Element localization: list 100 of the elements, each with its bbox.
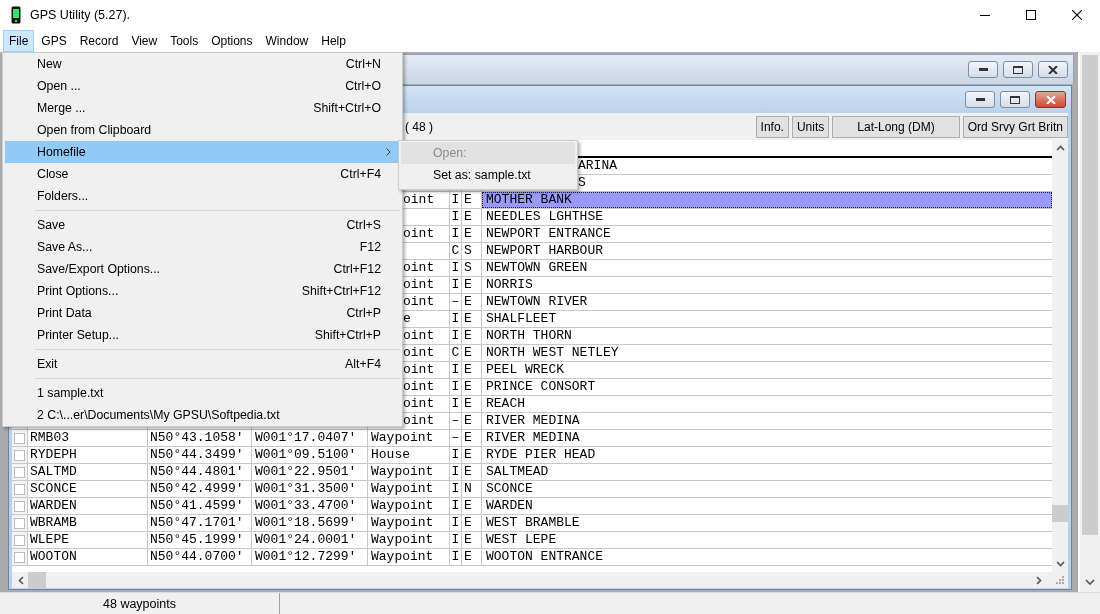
size-grip-icon[interactable] [1056,576,1064,584]
menu-item[interactable]: New Ctrl+N [5,53,400,75]
scroll-thumb[interactable] [28,572,46,588]
menu-item[interactable]: Open from Clipboard [5,119,400,141]
table-cell: E [462,413,482,429]
table-cell-text: SALTMEAD [485,464,550,480]
restore-button[interactable] [1000,91,1030,108]
table-cell: S [462,260,482,276]
table-cell: I [450,498,462,514]
table-cell-text: REACH [485,396,526,412]
row-checkbox[interactable] [14,483,25,495]
table-cell: N50°44.3499' [148,447,252,463]
row-checkbox[interactable] [14,517,25,529]
row-checkbox[interactable] [14,500,25,512]
table-cell-text: NEWPORT HARBOUR [485,243,605,259]
minimize-button[interactable] [965,91,995,108]
table-cell: Waypoint [368,430,450,446]
menu-item[interactable]: Save As... F12 [5,236,400,258]
minimize-icon [975,98,985,101]
table-cell-text: ARINA [578,158,618,174]
toolbar-button[interactable]: Info. [755,115,789,138]
menu-item[interactable]: Printer Setup... Shift+Ctrl+P [5,324,400,346]
menu-item[interactable]: Merge ... Shift+Ctrl+O [5,97,400,119]
menu-item[interactable]: Close Ctrl+F4 [5,163,400,185]
menu-item[interactable]: Save/Export Options... Ctrl+F12 [5,258,400,280]
table-cell: E [462,498,482,514]
menu-item[interactable]: Save Ctrl+S [5,214,400,236]
table-cell-text: PEEL WRECK [485,362,565,378]
table-cell-text: WARDEN [485,498,534,514]
menu-item[interactable]: Homefile [5,141,400,163]
table-cell: WBRAMB [28,515,148,531]
menu-bar-item[interactable]: Record [73,30,125,52]
close-icon [1072,10,1082,20]
status-text: 48 waypoints [0,593,280,614]
table-cell: – [450,413,462,429]
scroll-thumb[interactable] [1052,505,1068,522]
table-cell-text: WEST BRAMBLE [485,515,581,531]
table-cell-text: NORTH THORN [485,328,573,344]
scroll-thumb[interactable] [1082,55,1098,535]
horizontal-scrollbar[interactable] [12,572,1068,588]
menu-item[interactable]: 2 C:\...er\Documents\My GPSU\Softpedia.txt [5,404,400,426]
menu-item[interactable]: Open ... Ctrl+O [5,75,400,97]
table-cell: E [462,362,482,378]
close-button[interactable] [1038,61,1068,78]
table-cell: N50°42.4999' [148,481,252,497]
scroll-down-icon[interactable] [1085,579,1095,585]
menu-bar-item[interactable]: File [3,30,35,52]
close-button[interactable] [1035,91,1066,108]
menu-item[interactable]: Print Options... Shift+Ctrl+F12 [5,280,400,302]
scroll-right-icon[interactable] [1036,575,1042,585]
row-checkbox[interactable] [14,449,25,461]
table-cell: N50°43.1058' [148,430,252,446]
menu-bar-item[interactable]: Options [205,30,259,52]
toolbar-button[interactable]: Lat-Long (DM) [832,115,960,138]
table-cell: N50°47.1701' [148,515,252,531]
window-title: GPS Utility (5.27). [30,8,131,22]
minimize-button[interactable] [968,61,998,78]
restore-button[interactable] [1003,61,1033,78]
menu-bar-item[interactable]: Help [315,30,352,52]
table-cell: RMB03 [28,430,148,446]
row-checkbox[interactable] [14,551,25,563]
menu-bar-item[interactable]: Window [259,30,315,52]
menu-bar-item[interactable]: Tools [164,30,205,52]
table-cell: E [462,226,482,242]
table-cell: W001°17.0407' [252,430,368,446]
menu-bar-item[interactable]: GPS [35,30,73,52]
close-icon [1048,65,1058,74]
table-cell: E [462,464,482,480]
scroll-up-icon[interactable] [1055,145,1065,151]
vertical-scrollbar[interactable] [1052,140,1068,572]
table-cell: I [450,328,462,344]
waypoint-count: ( 48 ) [405,119,433,134]
row-checkbox[interactable] [14,466,25,478]
table-cell: I [450,277,462,293]
row-checkbox[interactable] [14,534,25,546]
table-cell: E [462,396,482,412]
row-checkbox[interactable] [14,432,25,444]
menu-item[interactable]: Exit Alt+F4 [5,353,400,375]
table-cell-text: RYDE PIER HEAD [485,447,597,463]
table-cell: I [450,447,462,463]
table-cell: E [462,447,482,463]
scroll-left-icon[interactable] [18,575,24,585]
table-cell: I [450,362,462,378]
menu-bar-item[interactable]: View [125,30,164,52]
toolbar-button[interactable]: Ord Srvy Grt Britn [962,115,1068,138]
table-cell: Waypoint [368,515,450,531]
menu-item[interactable]: 1 sample.txt [5,382,400,404]
table-cell: SALTMD [28,464,148,480]
table-cell-text: SCONCE [485,481,534,497]
scroll-down-icon[interactable] [1055,561,1065,567]
table-cell: W001°31.3500' [252,481,368,497]
toolbar-button[interactable]: Units [791,115,830,138]
table-cell: RYDEPH [28,447,148,463]
table-cell: E [462,345,482,361]
table-cell: E [462,515,482,531]
menu-item[interactable]: Folders... [5,185,400,207]
menu-item[interactable]: Print Data Ctrl+P [5,302,400,324]
table-cell: MOTHER BANK [482,192,1052,208]
vertical-scrollbar[interactable] [1078,52,1100,592]
menu-item[interactable]: Set as: sample.txt [401,164,575,186]
